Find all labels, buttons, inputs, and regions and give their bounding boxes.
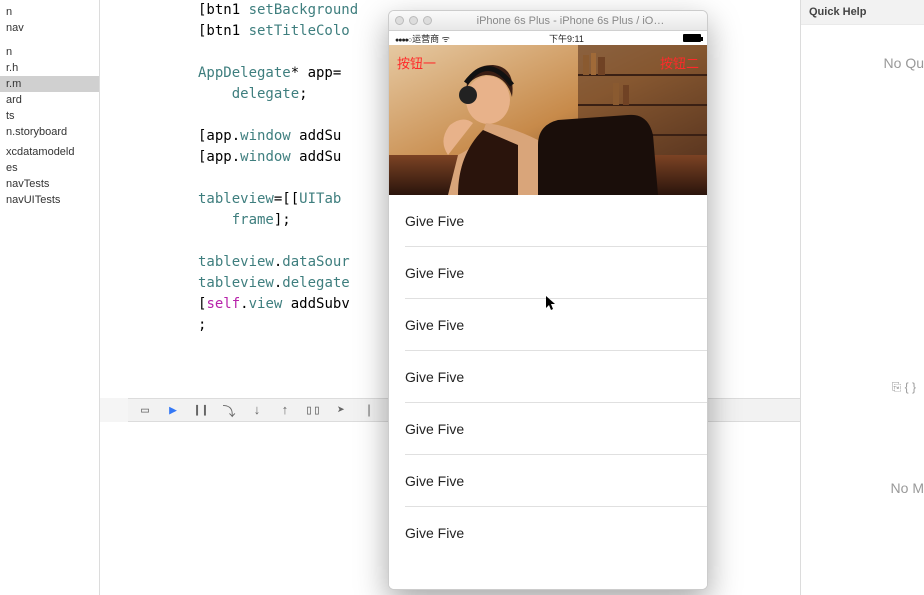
window-traffic-lights[interactable]	[395, 16, 432, 25]
breakpoint-icon[interactable]: ▶	[162, 401, 184, 419]
nav-item[interactable]: ts	[0, 108, 99, 124]
pause-icon[interactable]: ❙❙	[190, 401, 212, 419]
simulator-title: iPhone 6s Plus - iPhone 6s Plus / iO…	[440, 15, 701, 27]
close-icon[interactable]	[395, 16, 404, 25]
ios-simulator-window[interactable]: iPhone 6s Plus - iPhone 6s Plus / iO… 运营…	[388, 10, 708, 590]
clock-label: 下午9:11	[549, 32, 584, 45]
header-button-left[interactable]: 按钮一	[397, 53, 436, 72]
minimize-icon[interactable]	[409, 16, 418, 25]
table-cell[interactable]: Give Five	[389, 455, 707, 507]
simulator-status-bar: 运营商 ᯤ 下午9:11	[389, 31, 707, 45]
nav-item[interactable]: r.h	[0, 60, 99, 76]
nav-item[interactable]: ard	[0, 92, 99, 108]
table-view[interactable]: Give Five Give Five Give Five Give Five …	[389, 195, 707, 589]
nav-item[interactable]: nav	[0, 20, 99, 36]
quick-help-header: Quick Help	[801, 0, 924, 25]
simulator-titlebar[interactable]: iPhone 6s Plus - iPhone 6s Plus / iO…	[389, 11, 707, 31]
nav-item[interactable]: xcdatamodeld	[0, 144, 99, 160]
table-cell[interactable]: Give Five	[389, 299, 707, 351]
table-cell[interactable]: Give Five	[389, 351, 707, 403]
library-tabs[interactable]: ⎘ { }	[892, 380, 916, 395]
nav-item[interactable]: es	[0, 160, 99, 176]
quick-help-body: No Qu	[801, 25, 924, 71]
battery-icon	[683, 34, 701, 42]
carrier-label: 运营商 ᯤ	[395, 32, 450, 45]
nav-item-selected[interactable]: r.m	[0, 76, 99, 92]
nav-item[interactable]: navUITests	[0, 192, 99, 208]
wifi-icon: ᯤ	[442, 34, 450, 44]
step-into-icon[interactable]: ↓	[246, 401, 268, 419]
nav-item[interactable]: n.storyboard	[0, 124, 99, 140]
project-navigator[interactable]: n nav n r.h r.m ard ts n.storyboard xcda…	[0, 0, 100, 595]
nav-item[interactable]: navTests	[0, 176, 99, 192]
table-cell[interactable]: Give Five	[389, 195, 707, 247]
location-icon[interactable]: ➤	[330, 401, 352, 419]
table-header-image: 按钮一 按钮二	[389, 45, 707, 195]
inspector-panel: Quick Help No Qu ⎘ { } No M	[800, 0, 924, 595]
nav-item[interactable]: n	[0, 44, 99, 60]
table-cell[interactable]: Give Five	[389, 403, 707, 455]
toggle-debug-area-icon[interactable]: ▭	[134, 401, 156, 419]
nav-item[interactable]: n	[0, 4, 99, 20]
table-cell[interactable]: Give Five	[389, 507, 707, 559]
table-cell[interactable]: Give Five	[389, 247, 707, 299]
step-out-icon[interactable]: ↑	[274, 401, 296, 419]
header-button-right[interactable]: 按钮二	[660, 53, 699, 72]
no-matches-label: No M	[891, 480, 924, 496]
step-over-icon[interactable]: ⤵	[218, 401, 240, 419]
simulator-screen[interactable]: 按钮一 按钮二	[389, 45, 707, 589]
divider-icon: |	[358, 401, 380, 419]
debug-view-icon[interactable]: ▯▯	[302, 401, 324, 419]
zoom-icon[interactable]	[423, 16, 432, 25]
